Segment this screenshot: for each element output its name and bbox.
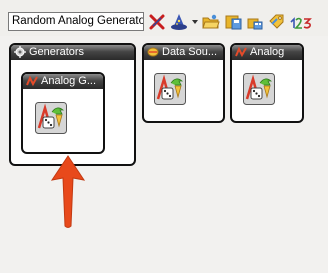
analog-signal-icon <box>26 75 38 87</box>
generators-titlebar[interactable]: Generators <box>11 45 134 60</box>
numbers-icon[interactable] <box>290 13 314 31</box>
annotation-arrow-icon <box>48 154 88 230</box>
generators-window[interactable]: Generators Analog G... <box>9 43 136 166</box>
analog-block-icon[interactable] <box>243 73 275 105</box>
data-sources-title: Data Sou... <box>162 46 218 58</box>
toolbar: Random Analog Generator <box>0 0 328 36</box>
save-icon[interactable] <box>224 13 242 31</box>
generators-title: Generators <box>29 46 85 58</box>
delete-icon[interactable] <box>148 13 166 31</box>
data-sources-titlebar[interactable]: Data Sou... <box>144 45 223 60</box>
network-icon[interactable] <box>246 13 264 31</box>
data-source-block-icon[interactable] <box>154 73 186 105</box>
analog-generator-window[interactable]: Analog G... <box>21 72 105 154</box>
data-sources-window[interactable]: Data Sou... <box>142 43 225 123</box>
gears-icon <box>14 46 26 58</box>
analog-signal-icon <box>235 46 247 58</box>
block-selector-combobox[interactable]: Random Analog Generator <box>8 12 144 31</box>
wizard-dropdown-caret-icon[interactable] <box>192 20 198 24</box>
data-source-icon <box>147 46 159 58</box>
analog-titlebar[interactable]: Analog <box>232 45 302 60</box>
analog-generator-title: Analog G... <box>41 75 97 87</box>
analog-window[interactable]: Analog <box>230 43 304 123</box>
analog-title: Analog <box>250 46 285 58</box>
open-folder-icon[interactable] <box>202 13 220 31</box>
random-analog-generator-block-icon[interactable] <box>35 102 67 134</box>
wizard-icon[interactable] <box>170 13 190 31</box>
analog-generator-titlebar[interactable]: Analog G... <box>23 74 103 89</box>
tag-icon[interactable] <box>268 13 286 31</box>
